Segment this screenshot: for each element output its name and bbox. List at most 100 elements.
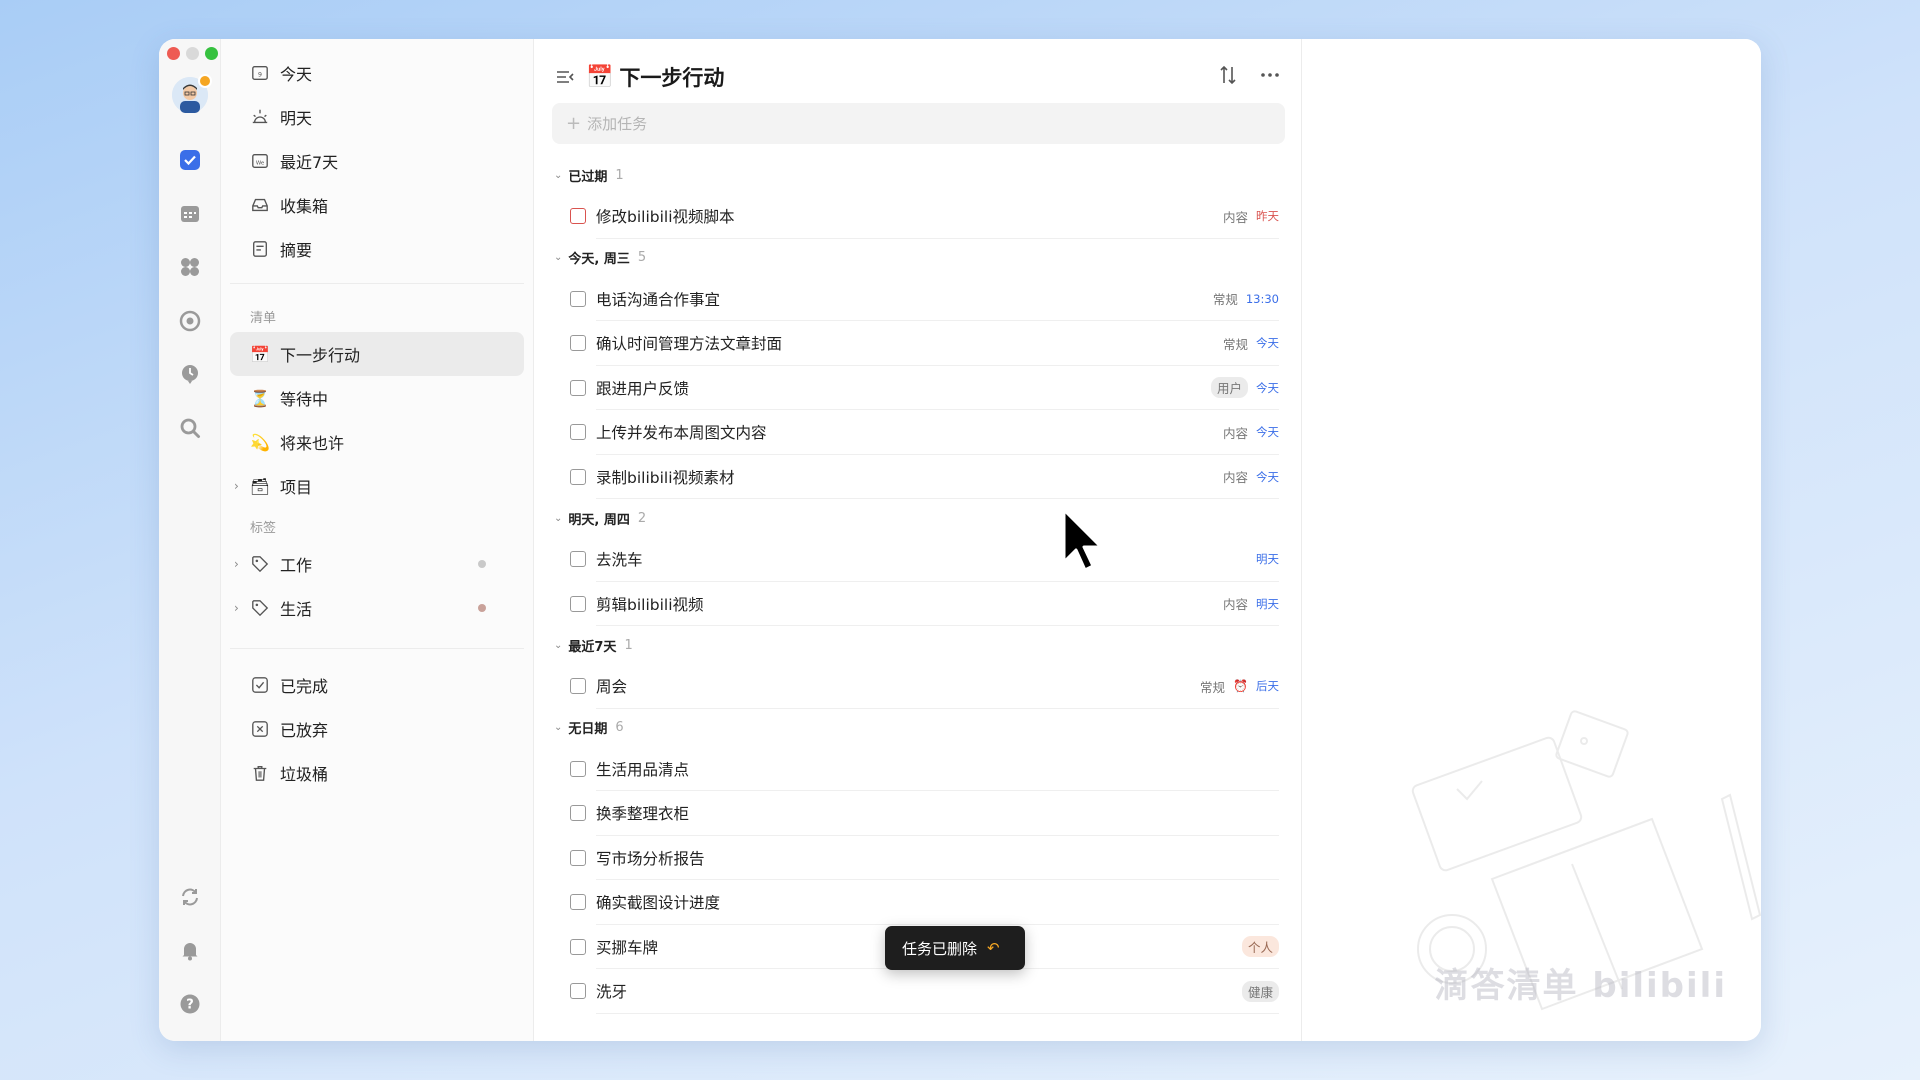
- task-title: 生活用品清点: [596, 760, 690, 779]
- sort-icon[interactable]: [1217, 64, 1239, 90]
- group-header[interactable]: ⌄ 无日期 6: [552, 709, 1285, 747]
- chevron-down-icon[interactable]: ⌄: [554, 170, 562, 181]
- task-row[interactable]: 修改bilibili视频脚本 内容 昨天: [552, 194, 1285, 239]
- add-task-input[interactable]: + 添加任务: [552, 103, 1285, 144]
- matrix-icon[interactable]: [178, 255, 202, 279]
- task-checkbox[interactable]: [570, 335, 586, 352]
- sidebar-item-trash[interactable]: 垃圾桶: [230, 751, 524, 795]
- task-tag[interactable]: 内容: [1223, 467, 1248, 486]
- task-checkbox-icon[interactable]: [178, 148, 202, 172]
- task-checkbox[interactable]: [570, 894, 586, 911]
- task-row[interactable]: 去洗车 明天: [552, 537, 1285, 582]
- sidebar-item-inbox[interactable]: 收集箱: [230, 183, 524, 227]
- task-due-date[interactable]: 昨天: [1256, 208, 1279, 224]
- task-checkbox[interactable]: [570, 938, 586, 955]
- group-count: 1: [615, 167, 624, 183]
- sidebar-item-tomorrow[interactable]: 明天: [230, 95, 524, 139]
- more-options-icon[interactable]: [1259, 64, 1281, 90]
- chevron-right-icon[interactable]: ›: [234, 601, 239, 615]
- task-row[interactable]: 换季整理衣柜: [552, 791, 1285, 836]
- toast-message: 任务已删除: [902, 939, 978, 958]
- sidebar-item-next7days[interactable]: We 最近7天: [230, 139, 524, 183]
- task-row[interactable]: 电话沟通合作事宜 常规 13:30: [552, 277, 1285, 322]
- group-header[interactable]: ⌄ 最近7天 1: [552, 626, 1285, 664]
- task-due-date[interactable]: 今天: [1256, 335, 1279, 351]
- sync-icon[interactable]: [178, 885, 202, 909]
- task-due-date[interactable]: 今天: [1256, 380, 1279, 396]
- task-tag[interactable]: 常规: [1200, 677, 1225, 696]
- group-title: 明天, 周四: [568, 512, 630, 528]
- task-row[interactable]: 洗牙 健康: [552, 969, 1285, 1014]
- task-tag[interactable]: 内容: [1223, 423, 1248, 442]
- sidebar-item-waiting[interactable]: ⏳ 等待中: [230, 376, 524, 420]
- chevron-down-icon[interactable]: ⌄: [554, 513, 562, 524]
- focus-target-icon[interactable]: [178, 309, 202, 333]
- avatar[interactable]: [172, 74, 212, 113]
- svg-text:?: ?: [186, 998, 194, 1013]
- task-tag[interactable]: 常规: [1223, 334, 1248, 353]
- task-checkbox[interactable]: [570, 468, 586, 485]
- collapse-sidebar-icon[interactable]: [554, 66, 576, 88]
- close-window-button[interactable]: [167, 47, 180, 60]
- task-meta: 个人: [1241, 936, 1285, 958]
- task-checkbox[interactable]: [570, 760, 586, 777]
- task-due-date[interactable]: 明天: [1256, 551, 1279, 567]
- task-row[interactable]: 剪辑bilibili视频 内容 明天: [552, 582, 1285, 627]
- task-row[interactable]: 写市场分析报告: [552, 836, 1285, 881]
- chevron-right-icon[interactable]: ›: [234, 479, 239, 493]
- task-due-date[interactable]: 后天: [1256, 678, 1279, 694]
- task-due-date[interactable]: 今天: [1256, 424, 1279, 440]
- task-row[interactable]: 跟进用户反馈 用户 今天: [552, 366, 1285, 411]
- sidebar-item-someday[interactable]: 💫 将来也许: [230, 420, 524, 464]
- task-row[interactable]: 录制bilibili视频素材 内容 今天: [552, 455, 1285, 500]
- task-checkbox[interactable]: [570, 290, 586, 307]
- task-due-date[interactable]: 明天: [1256, 596, 1279, 612]
- task-due-date[interactable]: 今天: [1256, 469, 1279, 485]
- bell-icon[interactable]: [178, 938, 202, 962]
- task-checkbox[interactable]: [570, 379, 586, 396]
- task-checkbox[interactable]: [570, 208, 586, 225]
- help-icon[interactable]: ?: [178, 992, 202, 1016]
- sidebar-item-tag-life[interactable]: › 生活: [230, 586, 524, 630]
- sidebar-item-summary[interactable]: 摘要: [230, 227, 524, 271]
- task-tag[interactable]: 常规: [1213, 289, 1238, 308]
- task-tag[interactable]: 健康: [1241, 980, 1279, 1002]
- sidebar-item-completed[interactable]: 已完成: [230, 663, 524, 707]
- chevron-right-icon[interactable]: ›: [234, 557, 239, 571]
- minimize-window-button[interactable]: [186, 47, 199, 60]
- task-checkbox[interactable]: [570, 983, 586, 1000]
- task-checkbox[interactable]: [570, 424, 586, 441]
- undo-icon[interactable]: ↶: [987, 939, 1000, 957]
- task-checkbox[interactable]: [570, 805, 586, 822]
- task-row[interactable]: 生活用品清点: [552, 747, 1285, 792]
- task-meta: 内容 明天: [1223, 594, 1285, 613]
- task-row[interactable]: 周会 常规 ⏰ 后天: [552, 664, 1285, 709]
- task-row[interactable]: 确实截图设计进度: [552, 880, 1285, 925]
- maximize-window-button[interactable]: [205, 47, 218, 60]
- group-header[interactable]: ⌄ 明天, 周四 2: [552, 499, 1285, 537]
- task-checkbox[interactable]: [570, 678, 586, 695]
- search-icon[interactable]: [178, 416, 202, 440]
- task-checkbox[interactable]: [570, 595, 586, 612]
- sidebar-item-projects[interactable]: › 🗃 项目: [230, 464, 524, 508]
- task-checkbox[interactable]: [570, 849, 586, 866]
- clock-icon[interactable]: [178, 362, 202, 386]
- task-tag[interactable]: 个人: [1241, 936, 1279, 958]
- group-header[interactable]: ⌄ 今天, 周三 5: [552, 239, 1285, 277]
- sidebar-item-next-actions[interactable]: 📅 下一步行动: [230, 332, 524, 376]
- chevron-down-icon[interactable]: ⌄: [554, 722, 562, 733]
- task-row[interactable]: 上传并发布本周图文内容 内容 今天: [552, 410, 1285, 455]
- task-due-date[interactable]: 13:30: [1246, 292, 1279, 306]
- chevron-down-icon[interactable]: ⌄: [554, 252, 562, 263]
- task-checkbox[interactable]: [570, 551, 586, 568]
- sidebar-item-abandoned[interactable]: 已放弃: [230, 707, 524, 751]
- sidebar-item-tag-work[interactable]: › 工作: [230, 542, 524, 586]
- chevron-down-icon[interactable]: ⌄: [554, 640, 562, 651]
- task-tag[interactable]: 内容: [1223, 207, 1248, 226]
- sidebar-item-today[interactable]: 9 今天: [230, 51, 524, 95]
- group-header[interactable]: ⌄ 已过期 1: [552, 156, 1285, 194]
- task-tag[interactable]: 内容: [1223, 594, 1248, 613]
- task-row[interactable]: 确认时间管理方法文章封面 常规 今天: [552, 321, 1285, 366]
- task-tag[interactable]: 用户: [1210, 377, 1248, 399]
- calendar-icon[interactable]: [178, 202, 202, 226]
